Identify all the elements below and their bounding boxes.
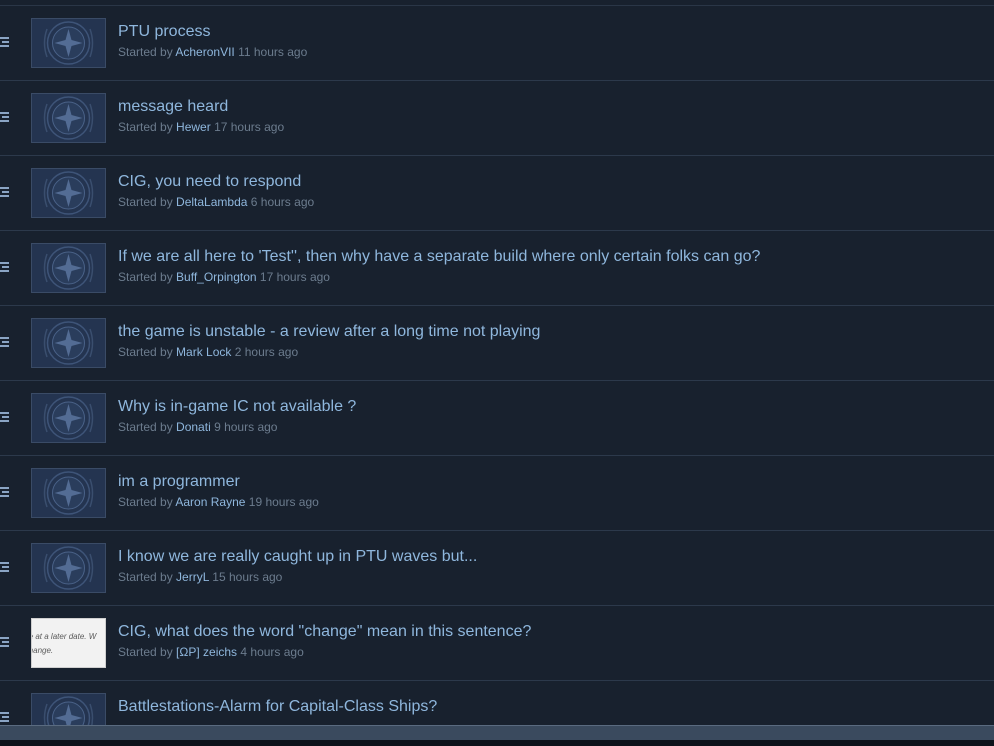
started-by-label: Started by — [118, 45, 173, 59]
drag-handle-icon[interactable] — [0, 112, 9, 122]
thread-title[interactable]: im a programmer — [118, 473, 240, 491]
thread-title[interactable]: message heard — [118, 98, 228, 116]
started-by-label: Started by — [118, 570, 173, 584]
drag-handle-icon[interactable] — [0, 412, 9, 422]
timestamp: 9 hours ago — [214, 420, 278, 434]
started-by-label: Started by — [118, 345, 173, 359]
thread-title[interactable]: the game is unstable - a review after a … — [118, 323, 540, 341]
avatar[interactable] — [31, 543, 106, 593]
thread-meta: Started by DeltaLambda 6 hours ago — [118, 195, 314, 209]
drag-handle-icon[interactable] — [0, 562, 9, 572]
thread-title[interactable]: I know we are really caught up in PTU wa… — [118, 548, 477, 566]
started-by-label: Started by — [118, 645, 173, 659]
thread-list: PTU process Started by AcheronVII 11 hou… — [0, 5, 994, 730]
avatar[interactable] — [31, 393, 106, 443]
author-link[interactable]: [ΩP] zeichs — [176, 645, 237, 659]
drag-handle-icon[interactable] — [0, 712, 9, 722]
avatar-image-text: able at a later date. W o change. — [32, 632, 97, 655]
started-by-label: Started by — [118, 495, 173, 509]
thread-title[interactable]: CIG, what does the word "change" mean in… — [118, 623, 531, 641]
thread-meta: Started by [ΩP] zeichs 4 hours ago — [118, 645, 304, 659]
timestamp: 2 hours ago — [234, 345, 299, 359]
author-link[interactable]: DeltaLambda — [176, 195, 247, 209]
drag-handle-icon[interactable] — [0, 187, 9, 197]
avatar[interactable] — [31, 168, 106, 218]
thread-row[interactable]: Why is in-game IC not available ? Starte… — [0, 381, 994, 456]
thread-meta: Started by Buff_Orpington 17 hours ago — [118, 270, 330, 284]
thread-title[interactable]: PTU process — [118, 23, 210, 41]
avatar[interactable] — [31, 18, 106, 68]
author-link[interactable]: AcheronVII — [175, 45, 234, 59]
timestamp: 4 hours ago — [240, 645, 304, 659]
thread-row[interactable]: I know we are really caught up in PTU wa… — [0, 531, 994, 606]
started-by-label: Started by — [118, 270, 173, 284]
thread-meta: Started by Hewer 17 hours ago — [118, 120, 284, 134]
drag-handle-icon[interactable] — [0, 487, 9, 497]
thread-row[interactable]: the game is unstable - a review after a … — [0, 306, 994, 381]
thread-row[interactable]: If we are all here to 'Test'', then why … — [0, 231, 994, 306]
avatar[interactable]: able at a later date. W o change. — [31, 618, 106, 668]
bottom-edge — [0, 740, 994, 746]
started-by-label: Started by — [118, 120, 173, 134]
thread-row[interactable]: PTU process Started by AcheronVII 11 hou… — [0, 6, 994, 81]
drag-handle-icon[interactable] — [0, 637, 9, 647]
drag-handle-icon[interactable] — [0, 262, 9, 272]
avatar[interactable] — [31, 93, 106, 143]
thread-title[interactable]: Battlestations-Alarm for Capital-Class S… — [118, 698, 437, 716]
started-by-label: Started by — [118, 195, 173, 209]
drag-handle-icon[interactable] — [0, 337, 9, 347]
author-link[interactable]: Mark Lock — [176, 345, 231, 359]
author-link[interactable]: Donati — [176, 420, 211, 434]
avatar[interactable] — [31, 243, 106, 293]
thread-meta: Started by JerryL 15 hours ago — [118, 570, 282, 584]
thread-meta: Started by AcheronVII 11 hours ago — [118, 45, 307, 59]
thread-row[interactable]: message heard Started by Hewer 17 hours … — [0, 81, 994, 156]
avatar[interactable] — [31, 318, 106, 368]
author-link[interactable]: Aaron Rayne — [175, 495, 245, 509]
thread-meta: Started by Mark Lock 2 hours ago — [118, 345, 298, 359]
thread-title[interactable]: If we are all here to 'Test'', then why … — [118, 248, 760, 266]
thread-meta: Started by Aaron Rayne 19 hours ago — [118, 495, 319, 509]
author-link[interactable]: Hewer — [176, 120, 211, 134]
timestamp: 17 hours ago — [214, 120, 285, 134]
author-link[interactable]: JerryL — [176, 570, 209, 584]
thread-title[interactable]: CIG, you need to respond — [118, 173, 301, 191]
timestamp: 15 hours ago — [212, 570, 283, 584]
drag-handle-icon[interactable] — [0, 37, 9, 47]
thread-meta: Started by Donati 9 hours ago — [118, 420, 277, 434]
thread-row[interactable]: Battlestations-Alarm for Capital-Class S… — [0, 681, 994, 730]
thread-row[interactable]: im a programmer Started by Aaron Rayne 1… — [0, 456, 994, 531]
timestamp: 19 hours ago — [248, 495, 319, 509]
thread-row[interactable]: able at a later date. W o change. CIG, w… — [0, 606, 994, 681]
bottom-toolbar — [0, 725, 994, 740]
timestamp: 11 hours ago — [238, 45, 308, 59]
timestamp: 6 hours ago — [250, 195, 315, 209]
thread-row[interactable]: CIG, you need to respond Started by Delt… — [0, 156, 994, 231]
avatar[interactable] — [31, 468, 106, 518]
author-link[interactable]: Buff_Orpington — [176, 270, 257, 284]
started-by-label: Started by — [118, 420, 173, 434]
thread-title[interactable]: Why is in-game IC not available ? — [118, 398, 356, 416]
timestamp: 17 hours ago — [259, 270, 330, 284]
